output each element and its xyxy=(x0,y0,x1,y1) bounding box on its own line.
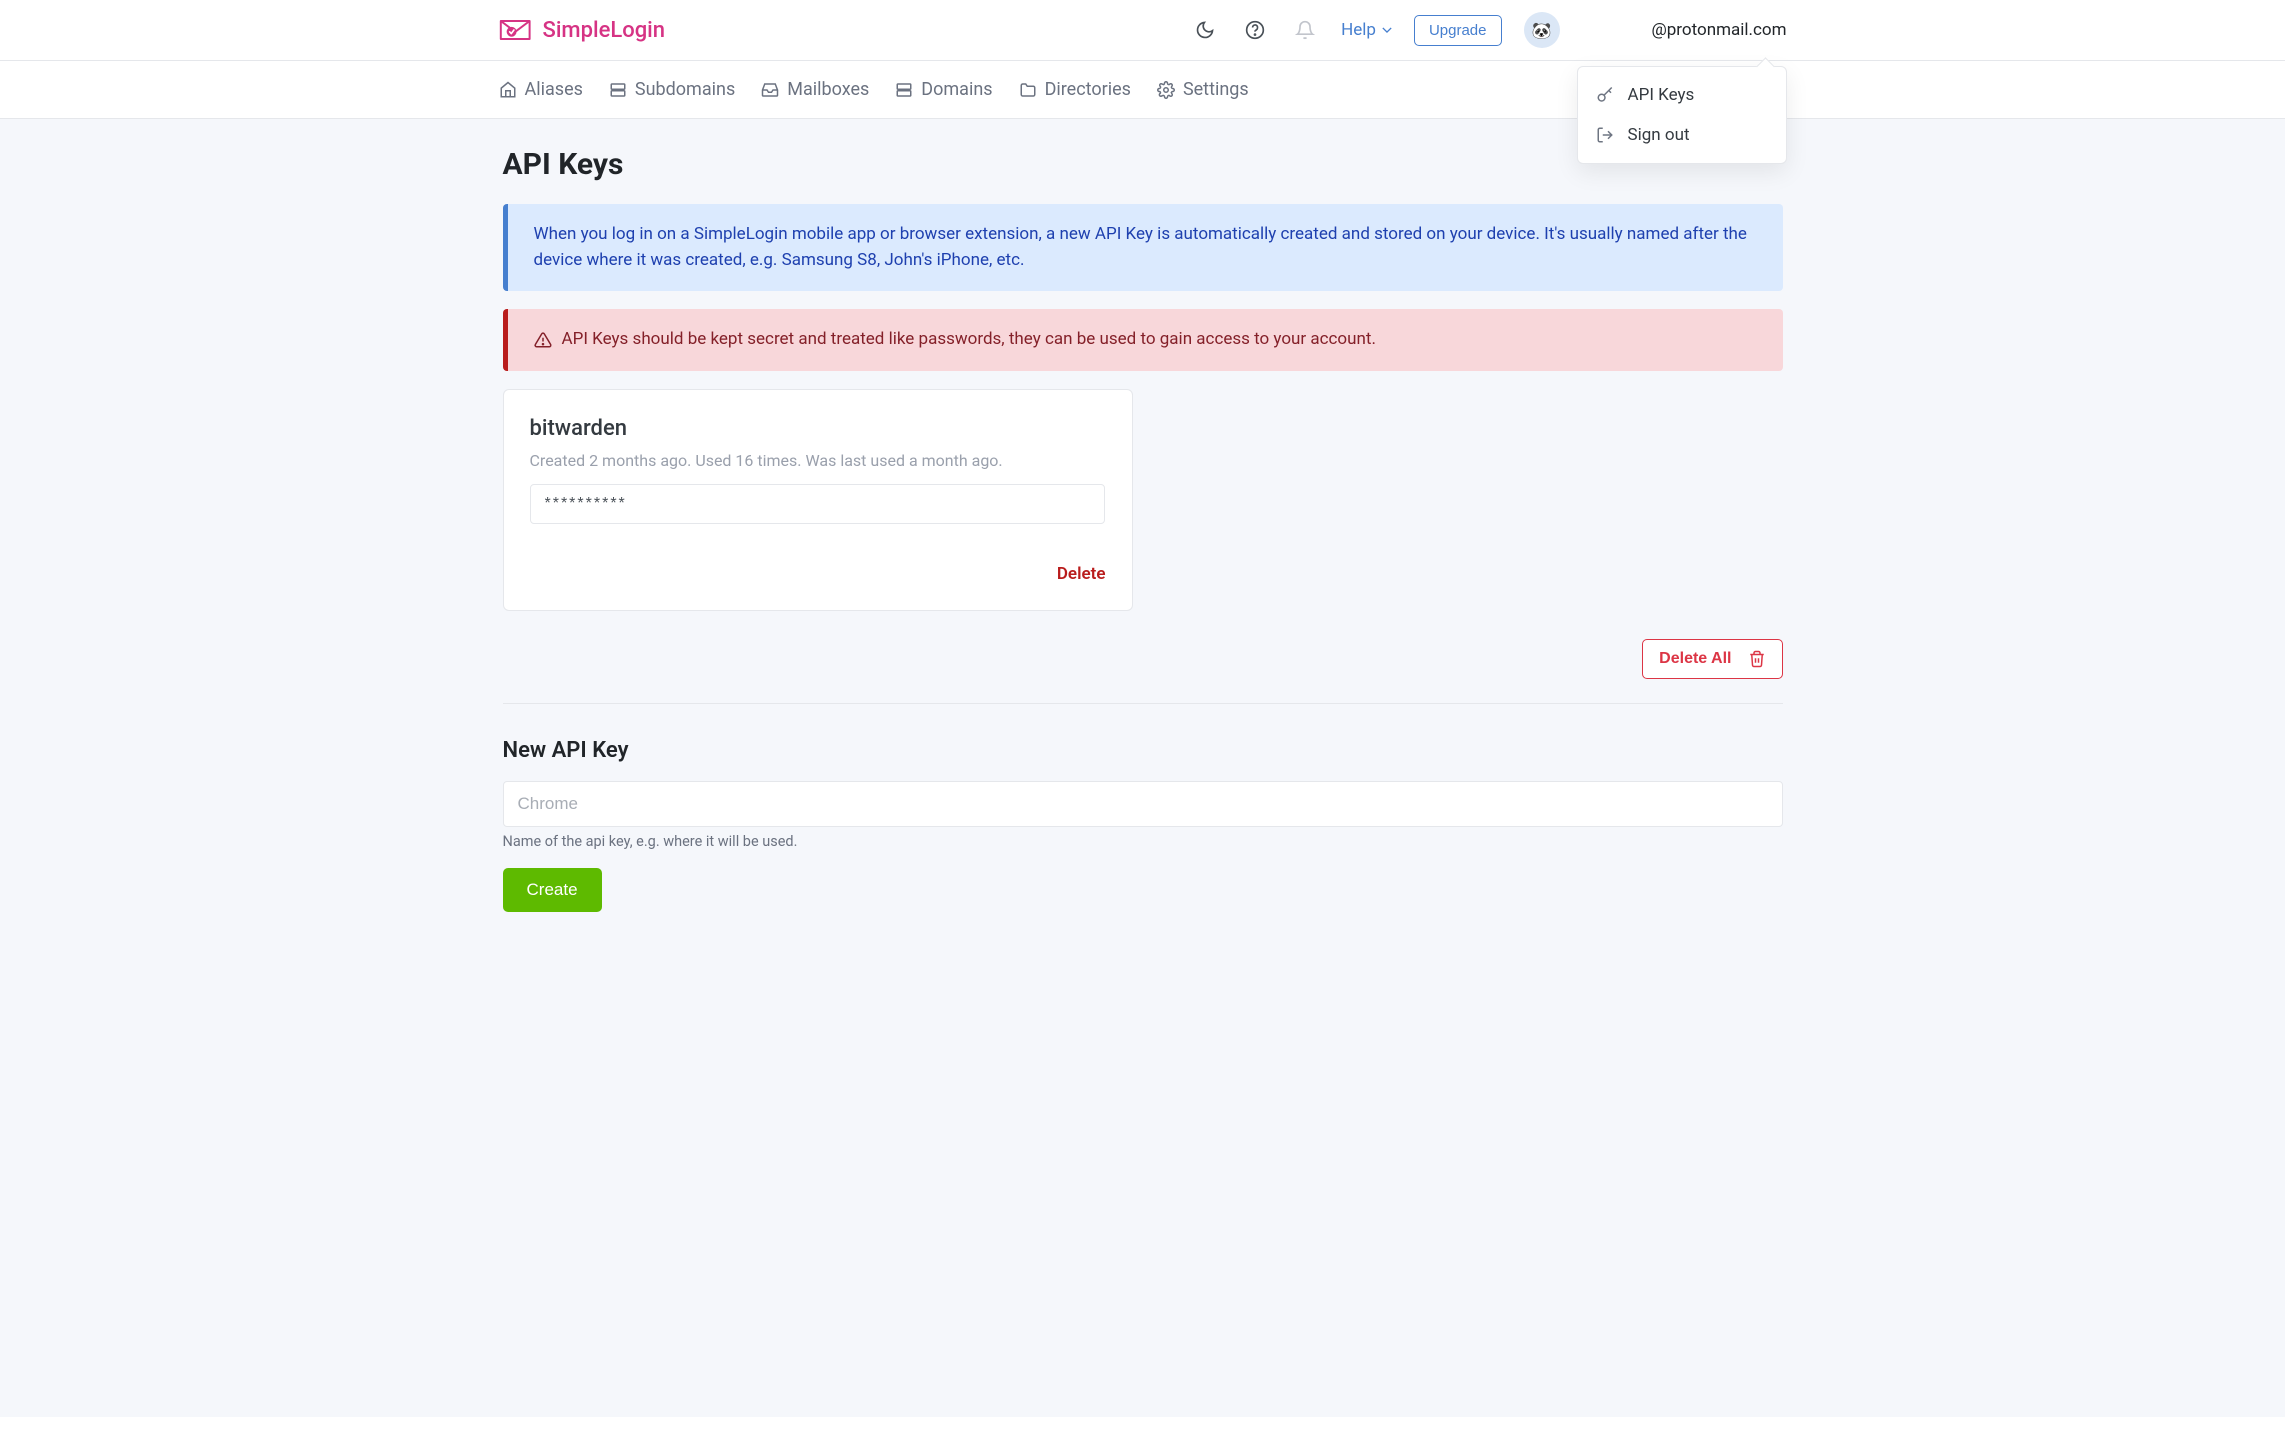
warning-alert-text: API Keys should be kept secret and treat… xyxy=(562,327,1376,353)
chevron-down-icon xyxy=(1382,25,1392,35)
user-dropdown: API Keys Sign out xyxy=(1577,66,1787,164)
dropdown-item-api-keys[interactable]: API Keys xyxy=(1578,75,1786,115)
dropdown-api-keys-label: API Keys xyxy=(1628,85,1695,105)
tab-label: Settings xyxy=(1183,79,1249,100)
sign-out-icon xyxy=(1596,126,1614,144)
tab-directories[interactable]: Directories xyxy=(1019,79,1131,100)
delete-key-button[interactable]: Delete xyxy=(1057,564,1106,584)
server-icon xyxy=(609,81,627,99)
bell-icon[interactable] xyxy=(1291,16,1319,44)
folder-icon xyxy=(1019,81,1037,99)
inbox-icon xyxy=(761,81,779,99)
api-key-card: bitwarden Created 2 months ago. Used 16 … xyxy=(503,389,1133,611)
info-alert: When you log in on a SimpleLogin mobile … xyxy=(503,204,1783,291)
tab-label: Directories xyxy=(1045,79,1131,100)
tab-label: Mailboxes xyxy=(787,79,869,100)
tab-label: Domains xyxy=(921,79,992,100)
help-label: Help xyxy=(1341,20,1376,40)
key-icon xyxy=(1596,86,1614,104)
info-alert-text: When you log in on a SimpleLogin mobile … xyxy=(534,224,1747,270)
tab-domains[interactable]: Domains xyxy=(895,79,992,100)
brand-name: SimpleLogin xyxy=(543,18,666,43)
api-key-name: bitwarden xyxy=(530,416,1106,441)
user-email[interactable]: @protonmail.com xyxy=(1652,20,1787,40)
dropdown-item-sign-out[interactable]: Sign out xyxy=(1578,115,1786,155)
create-button[interactable]: Create xyxy=(503,868,602,912)
avatar[interactable]: 🐼 xyxy=(1524,12,1560,48)
logo-icon xyxy=(499,17,535,43)
tab-mailboxes[interactable]: Mailboxes xyxy=(761,79,869,100)
api-key-value[interactable] xyxy=(530,484,1105,524)
trash-icon xyxy=(1748,650,1766,668)
home-icon xyxy=(499,81,517,99)
new-api-key-hint: Name of the api key, e.g. where it will … xyxy=(503,833,1783,850)
warning-icon xyxy=(534,331,552,349)
tab-settings[interactable]: Settings xyxy=(1157,79,1249,100)
gear-icon xyxy=(1157,81,1175,99)
brand-logo[interactable]: SimpleLogin xyxy=(499,17,666,43)
tab-label: Aliases xyxy=(525,79,583,100)
tab-subdomains[interactable]: Subdomains xyxy=(609,79,735,100)
new-api-key-name-input[interactable] xyxy=(503,781,1783,827)
warning-alert: API Keys should be kept secret and treat… xyxy=(503,309,1783,371)
dropdown-sign-out-label: Sign out xyxy=(1628,125,1690,145)
api-key-meta: Created 2 months ago. Used 16 times. Was… xyxy=(530,451,1106,470)
delete-all-label: Delete All xyxy=(1659,650,1731,668)
help-icon[interactable] xyxy=(1241,16,1269,44)
tab-label: Subdomains xyxy=(635,79,735,100)
new-api-key-heading: New API Key xyxy=(503,738,1783,763)
delete-all-button[interactable]: Delete All xyxy=(1642,639,1782,679)
tab-aliases[interactable]: Aliases xyxy=(499,79,583,100)
help-dropdown[interactable]: Help xyxy=(1341,20,1392,40)
server-icon xyxy=(895,81,913,99)
dark-mode-icon[interactable] xyxy=(1191,16,1219,44)
upgrade-button[interactable]: Upgrade xyxy=(1414,15,1502,46)
